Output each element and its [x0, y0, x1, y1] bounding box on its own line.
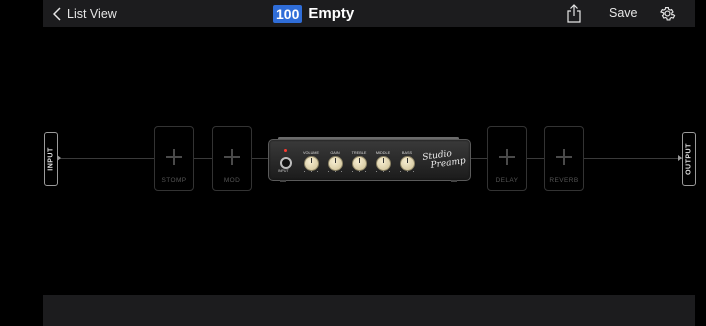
knob-label: VOLUME [302, 151, 320, 155]
knob-label: TREBLE [351, 151, 367, 155]
power-led-icon [284, 149, 287, 152]
plus-icon [499, 149, 515, 165]
slot-mod[interactable]: MOD [212, 126, 252, 191]
chevron-left-icon [53, 7, 61, 21]
knob-label: GAIN [330, 151, 340, 155]
slot-stomp[interactable]: STOMP [154, 126, 194, 191]
signal-line [525, 158, 544, 159]
share-button[interactable] [566, 4, 582, 23]
input-jack-icon [280, 157, 292, 169]
signal-line [193, 158, 212, 159]
bottom-panel [43, 295, 695, 326]
amp-foot [451, 180, 457, 182]
preset-number-badge: 100 [273, 4, 303, 23]
gain-knob[interactable] [328, 156, 343, 171]
amp-input-label: INPUT [278, 169, 289, 173]
knob-scale [304, 171, 318, 173]
input-block[interactable]: INPUT [44, 132, 58, 186]
amp-brand-logo: Studio Preamp [422, 148, 467, 172]
app-screen: List View 100 Empty Save INPUT STOMP MOD… [43, 0, 696, 326]
slot-reverb[interactable]: REVERB [544, 126, 584, 191]
share-icon [567, 4, 581, 23]
knob-scale [376, 171, 390, 173]
output-block[interactable]: OUTPUT [682, 132, 696, 186]
knob-label: MIDDLE [375, 151, 391, 155]
knob-scale [352, 171, 366, 173]
gear-icon [660, 7, 676, 21]
amp-block[interactable]: INPUT VOLUME GAIN TREBLE MIDDLE BASS Stu… [268, 137, 471, 182]
knob-scale [328, 171, 342, 173]
knob-label: BASS [401, 151, 413, 155]
signal-line [469, 158, 487, 159]
preset-name: Empty [308, 5, 355, 22]
volume-knob[interactable] [304, 156, 319, 171]
signal-line [250, 158, 268, 159]
plus-icon [224, 149, 240, 165]
amp-foot [280, 180, 286, 182]
input-arrow-icon [57, 155, 61, 161]
signal-line [582, 158, 682, 159]
slot-label: REVERB [549, 177, 579, 184]
plus-icon [556, 149, 572, 165]
amp-faceplate: INPUT VOLUME GAIN TREBLE MIDDLE BASS Stu… [268, 139, 471, 181]
plus-icon [166, 149, 182, 165]
save-button[interactable]: Save [609, 6, 638, 20]
slot-label: STOMP [161, 177, 187, 184]
preset-title[interactable]: 100 Empty [273, 3, 354, 24]
back-label: List View [67, 7, 117, 21]
slot-label: MOD [223, 177, 241, 184]
output-label: OUTPUT [685, 143, 693, 175]
slot-delay[interactable]: DELAY [487, 126, 527, 191]
input-label: INPUT [47, 147, 55, 171]
knob-scale [400, 171, 414, 173]
treble-knob[interactable] [352, 156, 367, 171]
slot-label: DELAY [495, 177, 519, 184]
top-toolbar: List View 100 Empty Save [43, 0, 695, 27]
signal-line [57, 158, 154, 159]
middle-knob[interactable] [376, 156, 391, 171]
settings-button[interactable] [659, 5, 676, 22]
back-button[interactable]: List View [53, 4, 117, 24]
bass-knob[interactable] [400, 156, 415, 171]
